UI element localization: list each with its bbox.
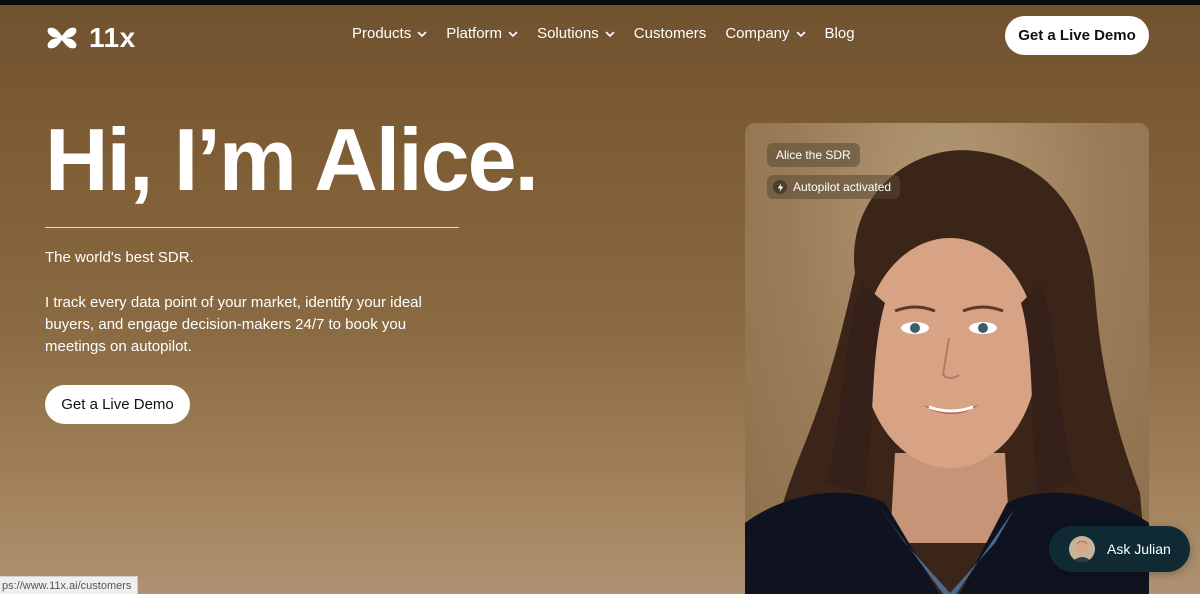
nav-label: Customers (633, 25, 707, 42)
hero-title: Hi, I’m Alice. (45, 110, 539, 209)
main-nav: Products Platform Solutions Customers Co… (352, 25, 874, 42)
link-hover-status-url: ps://www.11x.ai/customers (0, 576, 139, 594)
hero-description: I track every data point of your market,… (45, 294, 422, 355)
alice-portrait-card: Alice the SDR Autopilot activated (745, 123, 1149, 594)
ask-julian-label: Ask Julian (1107, 541, 1171, 557)
logo-text: 11x (89, 22, 136, 53)
nav-item-platform[interactable]: Platform (446, 25, 518, 42)
browser-top-edge (0, 0, 1200, 5)
nav-item-customers[interactable]: Customers (634, 25, 707, 42)
nav-label: Platform (446, 25, 503, 42)
hero-demo-button[interactable]: Get a Live Demo (45, 385, 190, 424)
ask-julian-chat-button[interactable]: Ask Julian (1049, 526, 1190, 572)
nav-label: Company (725, 25, 790, 42)
julian-avatar (1069, 536, 1095, 562)
chevron-down-icon (605, 31, 615, 38)
lightning-icon (773, 180, 787, 194)
nav-item-blog[interactable]: Blog (825, 25, 855, 42)
hero-divider (45, 227, 459, 228)
chevron-down-icon (417, 31, 427, 38)
header-demo-button[interactable]: Get a Live Demo (1005, 16, 1149, 55)
logo-mark-icon (47, 27, 77, 49)
nav-label: Blog (824, 25, 855, 42)
badge-label: Alice the SDR (776, 148, 851, 162)
chevron-down-icon (796, 31, 805, 38)
nav-item-products[interactable]: Products (352, 25, 427, 42)
nav-item-solutions[interactable]: Solutions (537, 25, 615, 42)
nav-item-company[interactable]: Company (725, 25, 805, 42)
agent-name-badge: Alice the SDR (767, 143, 860, 167)
nav-label: Solutions (537, 25, 599, 42)
hero-tagline: The world's best SDR. (45, 249, 194, 266)
site-logo[interactable]: 11x (45, 22, 136, 54)
chevron-down-icon (508, 31, 518, 38)
autopilot-status-badge: Autopilot activated (767, 175, 901, 199)
badge-label: Autopilot activated (793, 180, 892, 194)
nav-label: Products (352, 25, 412, 42)
